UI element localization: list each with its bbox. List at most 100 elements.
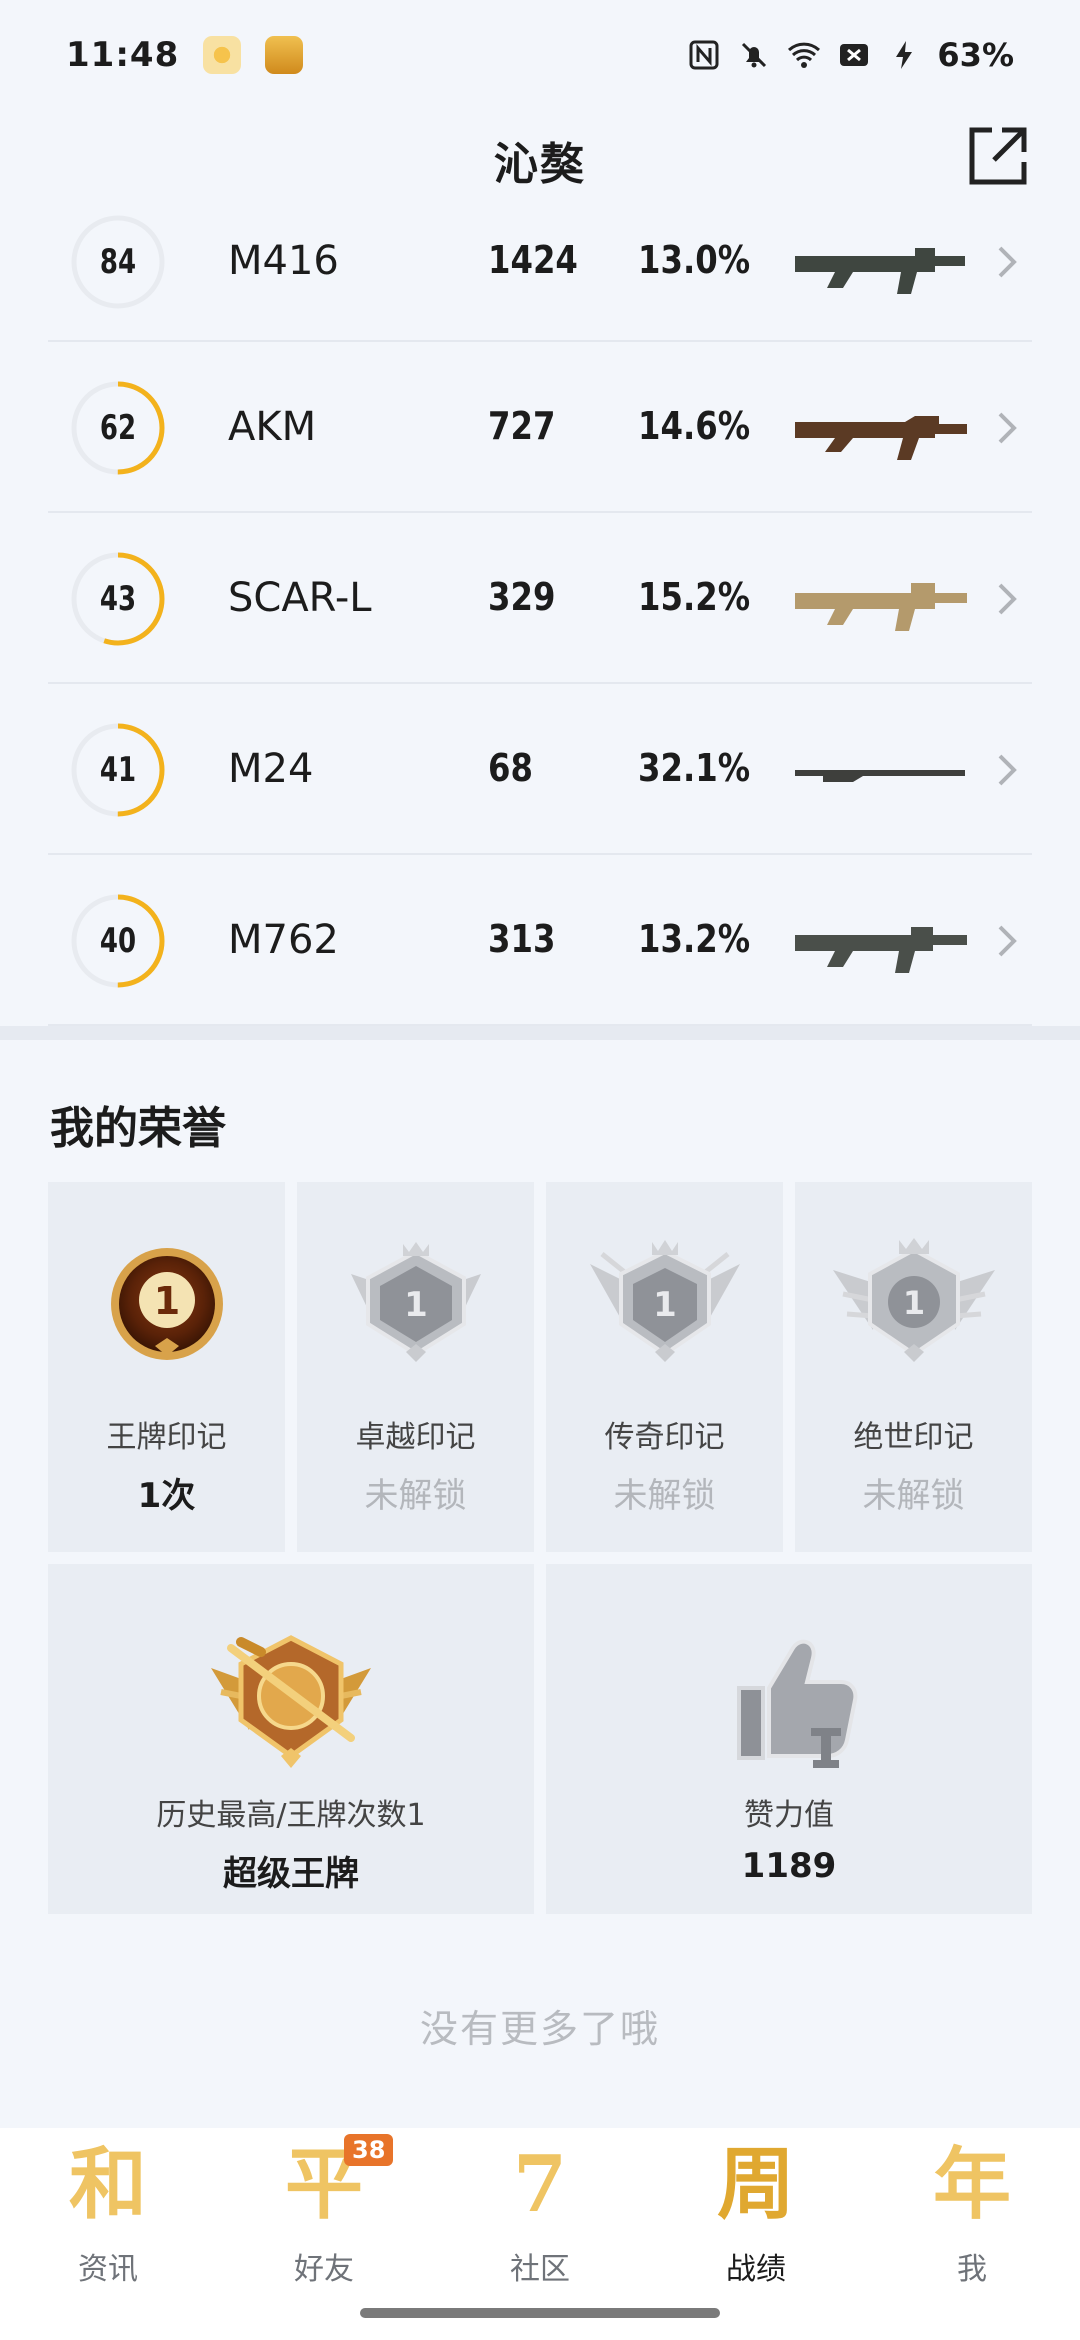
weapon-rate: 15.2% (638, 574, 751, 619)
honor-summary-grid: 历史最高/王牌次数1 超级王牌 赞力值 1189 (48, 1564, 1032, 1914)
honor-card-legend[interactable]: 1 传奇印记 未解锁 (546, 1182, 783, 1552)
weapon-kills: 1424 (488, 238, 578, 282)
title-bar: 沁獒 (0, 110, 1080, 210)
battery-percentage: 63% (937, 36, 1014, 74)
nav-tab-news[interactable]: 和 资讯 (0, 2128, 216, 2340)
status-right: 63% (687, 36, 1014, 74)
honor-value: 未解锁 (613, 1476, 716, 1516)
chevron-right-icon (992, 750, 1022, 790)
weapon-image-icon (793, 734, 973, 804)
nav-tab-label: 战绩 (726, 2252, 786, 2287)
honor-card-likes[interactable]: 赞力值 1189 (546, 1564, 1032, 1914)
ace-mark-badge-icon: 1 (110, 1248, 223, 1360)
weapon-image-icon (793, 226, 973, 296)
page-title: 沁獒 (494, 139, 586, 190)
app-notification-icon (203, 36, 242, 74)
weapon-level: 40 (99, 920, 137, 961)
nav-tab-label: 社区 (510, 2252, 570, 2287)
weapon-kills: 329 (488, 574, 556, 619)
nav-tab-label: 资讯 (78, 2252, 138, 2287)
honor-card-ace[interactable]: 1 王牌印记 1次 (48, 1182, 285, 1552)
weapon-level-ring: 40 (70, 893, 166, 989)
weapon-row[interactable]: 84 M416 1424 13.0% (48, 210, 1032, 342)
weapon-list: 84 M416 1424 13.0% 62 AKM 727 14.6% 43 SCAR-L 329 1… (48, 210, 1032, 1026)
honor-label: 卓越印记 (355, 1420, 476, 1455)
honor-label: 王牌印记 (106, 1420, 227, 1455)
weapon-rate: 13.2% (638, 916, 751, 961)
share-icon (969, 127, 1027, 185)
status-time: 11:48 (66, 35, 180, 75)
honor-label: 历史最高/王牌次数1 (156, 1798, 426, 1833)
honor-label: 传奇印记 (604, 1420, 725, 1455)
nfc-icon (687, 38, 721, 72)
weapon-level-ring: 84 (70, 214, 166, 310)
weapon-name: M24 (228, 745, 314, 792)
game-notification-icon (265, 36, 304, 74)
weapon-level-ring: 62 (70, 380, 166, 476)
weapon-name: AKM (228, 403, 317, 450)
weapon-image-icon (793, 905, 973, 975)
weapon-level: 43 (99, 578, 137, 619)
svg-text:1: 1 (902, 1284, 924, 1322)
records-tab-icon: 周 (716, 2139, 796, 2230)
weapon-name: SCAR-L (228, 574, 372, 621)
news-tab-icon: 和 (68, 2139, 148, 2230)
honor-card-best-rank[interactable]: 历史最高/王牌次数1 超级王牌 (48, 1564, 534, 1914)
community-tab-icon: 7 (512, 2139, 568, 2230)
mute-icon (737, 38, 771, 72)
status-left: 11:48 (66, 35, 304, 75)
home-indicator[interactable] (360, 2308, 720, 2318)
weapon-kills: 313 (488, 916, 556, 961)
me-tab-icon: 年 (932, 2139, 1012, 2230)
nav-tab-me[interactable]: 年 我 (864, 2128, 1080, 2340)
honor-value: 1次 (137, 1476, 196, 1516)
super-ace-rank-badge-icon (211, 1635, 371, 1768)
weapon-image-icon (793, 563, 973, 633)
weapon-image-icon (793, 392, 973, 462)
weapon-level: 41 (99, 749, 137, 790)
weapon-level-ring: 43 (70, 551, 166, 647)
section-divider (0, 1026, 1080, 1040)
honor-card-peerless[interactable]: 1 绝世印记 未解锁 (795, 1182, 1032, 1552)
weapon-row[interactable]: 62 AKM 727 14.6% (48, 342, 1032, 513)
honor-value: 超级王牌 (223, 1854, 359, 1894)
weapon-level-ring: 41 (70, 722, 166, 818)
peerless-mark-badge-icon: 1 (832, 1238, 995, 1362)
honor-value: 未解锁 (862, 1476, 965, 1516)
thumbs-up-icon (737, 1639, 858, 1768)
charging-icon (887, 38, 921, 72)
share-button[interactable] (966, 124, 1030, 188)
weapon-row[interactable]: 41 M24 68 32.1% (48, 684, 1032, 855)
weapon-rate: 14.6% (638, 403, 751, 448)
excellence-mark-badge-icon: 1 (350, 1242, 481, 1362)
svg-text:1: 1 (153, 1279, 179, 1323)
honor-value: 未解锁 (364, 1476, 467, 1516)
honor-label: 绝世印记 (853, 1420, 974, 1455)
weapon-name: M416 (228, 238, 339, 284)
chevron-right-icon (992, 921, 1022, 961)
honor-marks-grid: 1 王牌印记 1次 1 卓越印记 未解锁 1 传奇印记 未解锁 1 绝世印记 未… (48, 1182, 1032, 1552)
weapon-kills: 727 (488, 403, 556, 448)
honor-value: 1189 (741, 1846, 837, 1886)
weapon-rate: 32.1% (638, 745, 751, 790)
weapon-level: 84 (99, 242, 137, 282)
end-of-list-text: 没有更多了哦 (419, 2007, 660, 2051)
chevron-right-icon (992, 579, 1022, 619)
weapon-row[interactable]: 40 M762 313 13.2% (48, 855, 1032, 1026)
weapon-name: M762 (228, 916, 339, 963)
weapon-rate: 13.0% (638, 238, 751, 282)
honor-card-excellence[interactable]: 1 卓越印记 未解锁 (297, 1182, 534, 1552)
battery-saver-icon (837, 38, 871, 72)
weapon-row[interactable]: 43 SCAR-L 329 15.2% (48, 513, 1032, 684)
wifi-icon (787, 38, 821, 72)
weapon-kills: 68 (488, 745, 533, 790)
chevron-right-icon (992, 242, 1022, 282)
svg-text:1: 1 (653, 1285, 677, 1325)
notification-badge: 38 (344, 2134, 394, 2166)
legend-mark-badge-icon: 1 (589, 1240, 740, 1362)
weapon-level: 62 (99, 407, 137, 448)
svg-text:1: 1 (404, 1285, 428, 1325)
nav-tab-label: 我 (957, 2252, 987, 2287)
chevron-right-icon (992, 408, 1022, 448)
nav-tab-label: 好友 (294, 2252, 354, 2287)
